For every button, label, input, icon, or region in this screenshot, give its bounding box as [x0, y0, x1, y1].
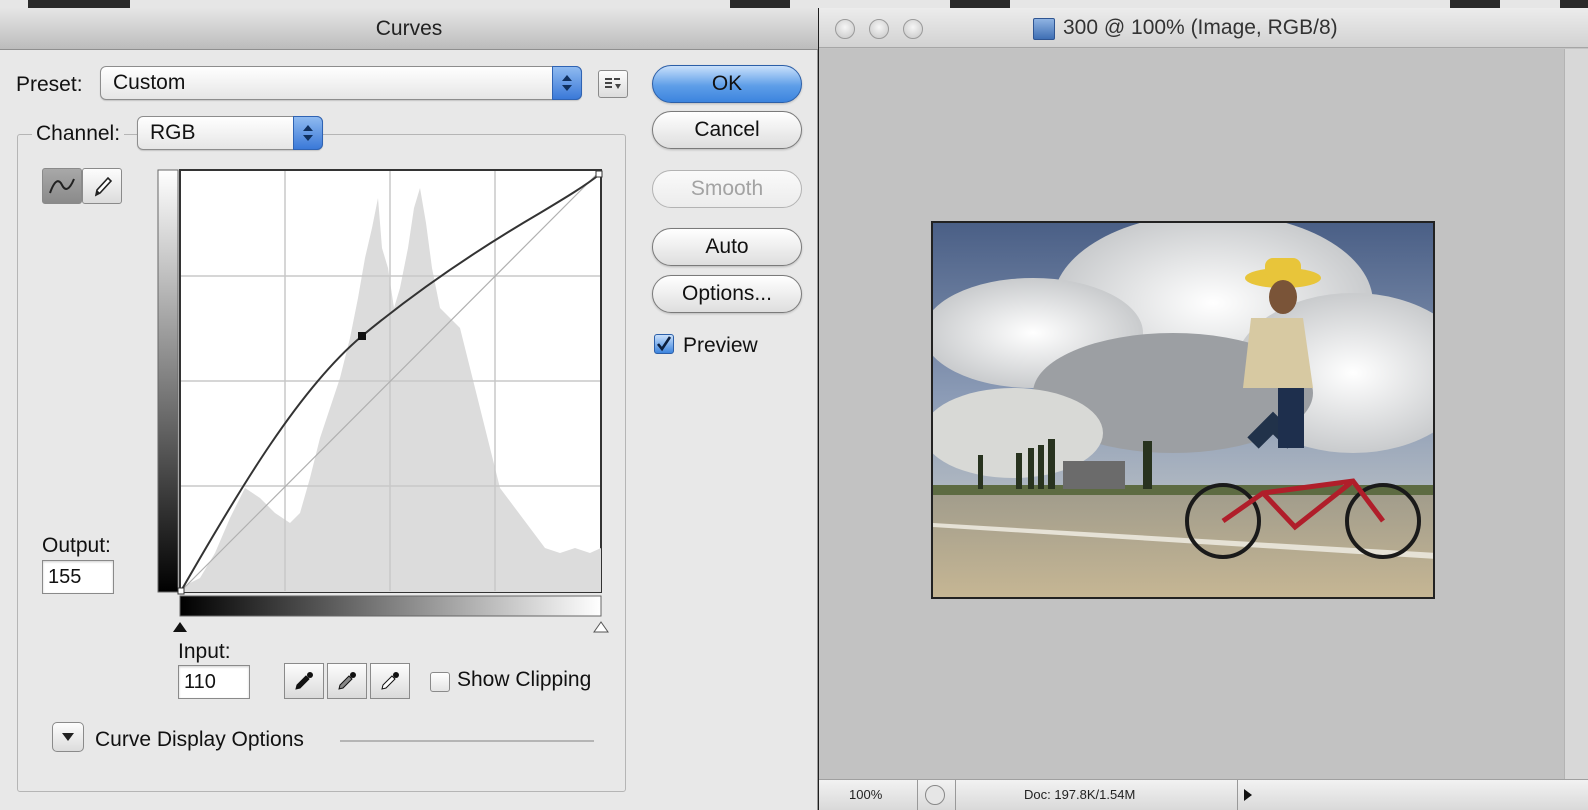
photo-image	[933, 223, 1433, 597]
input-gradient-bar	[179, 595, 602, 617]
input-field[interactable]: 110	[178, 665, 250, 699]
status-divider	[1237, 780, 1238, 810]
zoom-window-button[interactable]	[903, 19, 923, 39]
status-menu-arrow-icon[interactable]	[1243, 789, 1253, 801]
curve-endpoint-white[interactable]	[595, 170, 603, 178]
cancel-button[interactable]: Cancel	[652, 111, 802, 149]
options-button[interactable]: Options...	[652, 275, 802, 313]
white-input-slider[interactable]	[593, 621, 609, 633]
output-gradient-bar	[157, 169, 179, 593]
preview-label: Preview	[683, 334, 758, 357]
curve-control-point[interactable]	[358, 332, 366, 340]
black-point-eyedropper-icon	[295, 672, 313, 690]
smooth-button[interactable]: Smooth	[652, 170, 802, 208]
white-point-eyedropper-button[interactable]	[370, 663, 410, 699]
close-window-button[interactable]	[835, 19, 855, 39]
show-clipping-label: Show Clipping	[457, 668, 592, 691]
document-titlebar: 300 @ 100% (Image, RGB/8)	[819, 8, 1588, 48]
top-strip	[0, 0, 1588, 8]
gray-point-eyedropper-button[interactable]	[327, 663, 367, 699]
vertical-scrollbar[interactable]	[1564, 49, 1588, 779]
expand-triangle-icon	[62, 733, 74, 741]
black-input-slider[interactable]	[173, 622, 187, 632]
auto-button[interactable]: Auto	[652, 228, 802, 266]
curve-graph[interactable]	[0, 8, 818, 648]
curve-endpoint-black[interactable]	[177, 587, 185, 595]
ok-button[interactable]: OK	[652, 65, 802, 103]
photo-cyclist	[931, 221, 1435, 599]
show-clipping-checkbox[interactable]	[430, 672, 450, 692]
curve-display-options-toggle[interactable]	[52, 722, 84, 752]
section-divider	[340, 740, 594, 742]
document-icon	[1033, 18, 1055, 40]
status-divider	[917, 780, 918, 810]
black-point-eyedropper-button[interactable]	[284, 663, 324, 699]
preview-checkbox[interactable]	[654, 334, 674, 354]
status-divider	[955, 780, 956, 810]
input-label: Input:	[178, 640, 231, 663]
document-window: 300 @ 100% (Image, RGB/8) 100% Doc: 197.…	[819, 8, 1588, 810]
white-point-eyedropper-icon	[381, 672, 399, 690]
gray-point-eyedropper-icon	[338, 672, 356, 690]
curves-dialog: Curves Preset: Custom Channel: RGB Outpu…	[0, 8, 818, 810]
status-bar: 100% Doc: 197.8K/1.54M	[819, 779, 1588, 810]
curve-display-options-label: Curve Display Options	[95, 728, 304, 751]
status-icon[interactable]	[925, 785, 945, 805]
zoom-level[interactable]: 100%	[849, 780, 882, 810]
checkmark-icon	[656, 336, 672, 352]
minimize-window-button[interactable]	[869, 19, 889, 39]
document-title: 300 @ 100% (Image, RGB/8)	[1063, 16, 1338, 39]
document-canvas[interactable]	[819, 49, 1588, 779]
doc-size-info: Doc: 197.8K/1.54M	[1024, 787, 1136, 802]
